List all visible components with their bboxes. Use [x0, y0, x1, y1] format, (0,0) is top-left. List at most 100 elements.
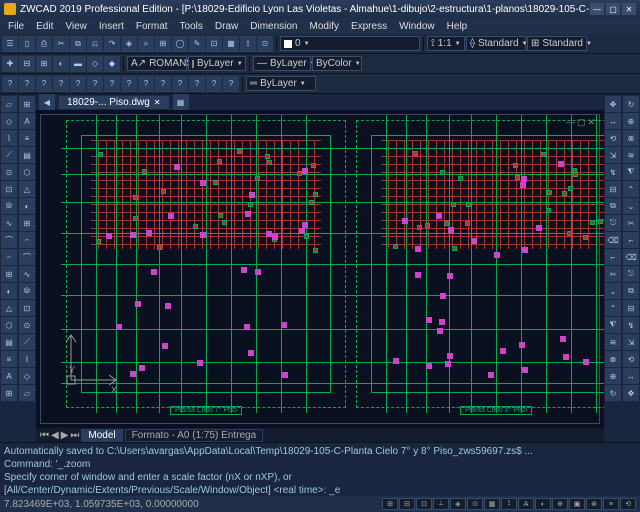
mod-tool-5[interactable]: ⊟ — [605, 181, 621, 197]
mod2-tool-16[interactable]: ↔ — [623, 368, 639, 384]
dimstyle-dropdown[interactable]: ⟠Standard▼ — [466, 36, 526, 51]
draw2-tool-1[interactable]: A — [19, 113, 35, 129]
draw-tool-9[interactable]: ⌢ — [1, 249, 17, 265]
draw-tool-8[interactable]: ⌒ — [1, 232, 17, 248]
menu-draw[interactable]: Draw — [209, 21, 244, 32]
draw-tool-13[interactable]: ⬡ — [1, 317, 17, 333]
menu-modify[interactable]: Modify — [304, 21, 345, 32]
status-toggle-8[interactable]: A — [518, 498, 534, 510]
minimize-button[interactable]: — — [590, 3, 604, 15]
draw2-tool-11[interactable]: ⦾ — [19, 283, 35, 299]
ext-btn-5[interactable]: ? — [87, 76, 103, 92]
tab-nav-next-icon[interactable]: ▶ — [61, 430, 69, 441]
mod2-tool-4[interactable]: ⧨ — [623, 164, 639, 180]
ext-btn-2[interactable]: ? — [36, 76, 52, 92]
mod-tool-3[interactable]: ⇲ — [605, 147, 621, 163]
mod2-tool-8[interactable]: ⌐ — [623, 232, 639, 248]
prop-btn-6[interactable]: ◆ — [104, 56, 120, 72]
scale-dropdown[interactable]: ⟟1:1▼ — [427, 36, 465, 51]
mod-tool-2[interactable]: ⟲ — [605, 130, 621, 146]
draw2-tool-15[interactable]: ⌇ — [19, 351, 35, 367]
ext-btn-12[interactable]: ? — [206, 76, 222, 92]
mod2-tool-6[interactable]: ⌄ — [623, 198, 639, 214]
menu-format[interactable]: Format — [130, 21, 174, 32]
model-tab[interactable]: Model — [81, 429, 122, 442]
menu-tools[interactable]: Tools — [174, 21, 209, 32]
ext-btn-7[interactable]: ? — [121, 76, 137, 92]
menu-express[interactable]: Express — [345, 21, 393, 32]
status-toggle-14[interactable]: ⟲ — [620, 498, 636, 510]
mod2-tool-3[interactable]: ≋ — [623, 147, 639, 163]
draw2-tool-7[interactable]: ⊞ — [19, 215, 35, 231]
ext-btn-1[interactable]: ? — [19, 76, 35, 92]
std-btn-1[interactable]: ▯ — [19, 36, 35, 52]
lineweight-dropdown[interactable]: ═ByLayer▼ — [246, 76, 316, 91]
status-toggle-3[interactable]: ⟂ — [433, 498, 449, 510]
std-btn-6[interactable]: ↷ — [104, 36, 120, 52]
menu-edit[interactable]: Edit — [30, 21, 59, 32]
draw-tool-3[interactable]: ⟋ — [1, 147, 17, 163]
std-btn-11[interactable]: ✎ — [189, 36, 205, 52]
mod2-tool-11[interactable]: ⧉ — [623, 283, 639, 299]
draw-tool-11[interactable]: ◐ — [1, 283, 17, 299]
draw-tool-12[interactable]: △ — [1, 300, 17, 316]
layer-dropdown[interactable]: 0▼ — [280, 36, 420, 51]
ext-btn-9[interactable]: ? — [155, 76, 171, 92]
std-btn-4[interactable]: ⧉ — [70, 36, 86, 52]
tablestyle-dropdown[interactable]: ⊞Standard▼ — [527, 36, 587, 51]
mod2-tool-7[interactable]: ✂ — [623, 215, 639, 231]
draw2-tool-5[interactable]: △ — [19, 181, 35, 197]
maximize-button[interactable]: ▢ — [606, 3, 620, 15]
mod2-tool-13[interactable]: ↯ — [623, 317, 639, 333]
ext-btn-4[interactable]: ? — [70, 76, 86, 92]
textstyle-dropdown[interactable]: A↗ROMANS▼ — [127, 56, 187, 71]
status-toggle-9[interactable]: ◐ — [535, 498, 551, 510]
prop-btn-4[interactable]: ▬ — [70, 56, 86, 72]
std-btn-3[interactable]: ✂ — [53, 36, 69, 52]
draw-tool-14[interactable]: ▤ — [1, 334, 17, 350]
std-btn-2[interactable]: ⎙ — [36, 36, 52, 52]
draw2-tool-14[interactable]: ⟋ — [19, 334, 35, 350]
status-toggle-6[interactable]: ▦ — [484, 498, 500, 510]
draw-tool-2[interactable]: ⌇ — [1, 130, 17, 146]
draw2-tool-2[interactable]: ≡ — [19, 130, 35, 146]
status-toggle-12[interactable]: ⊗ — [586, 498, 602, 510]
prop-btn-3[interactable]: ◐ — [53, 56, 69, 72]
close-tab-icon[interactable]: ✕ — [154, 98, 161, 107]
mod-tool-16[interactable]: ⊕ — [605, 368, 621, 384]
status-toggle-10[interactable]: ⊕ — [552, 498, 568, 510]
drawing-canvas[interactable]: — ▢ ✕ Planta Cielo 7° Piso — [36, 110, 604, 428]
draw-tool-0[interactable]: ▱ — [1, 96, 17, 112]
color-dropdown[interactable]: ByLayer▼ — [188, 56, 246, 71]
mod-tool-11[interactable]: ⌄ — [605, 283, 621, 299]
draw2-tool-17[interactable]: ▱ — [19, 385, 35, 401]
draw-tool-4[interactable]: ⊙ — [1, 164, 17, 180]
prop-btn-1[interactable]: ⊟ — [19, 56, 35, 72]
std-btn-12[interactable]: ⊡ — [206, 36, 222, 52]
menu-insert[interactable]: Insert — [93, 21, 130, 32]
mod-tool-15[interactable]: ⊗ — [605, 351, 621, 367]
draw2-tool-12[interactable]: ⊡ — [19, 300, 35, 316]
draw2-tool-0[interactable]: ⊞ — [19, 96, 35, 112]
tab-nav-last-icon[interactable]: ⏭ — [70, 430, 79, 441]
status-toggle-2[interactable]: ⊡ — [416, 498, 432, 510]
status-toggle-13[interactable]: ≡ — [603, 498, 619, 510]
status-toggle-4[interactable]: ◈ — [450, 498, 466, 510]
draw2-tool-10[interactable]: ∿ — [19, 266, 35, 282]
status-toggle-1[interactable]: ⊟ — [399, 498, 415, 510]
mod2-tool-15[interactable]: ⟲ — [623, 351, 639, 367]
ext-btn-10[interactable]: ? — [172, 76, 188, 92]
mod-tool-17[interactable]: ↻ — [605, 385, 621, 401]
mod-tool-4[interactable]: ↯ — [605, 164, 621, 180]
tab-nav-prev-icon[interactable]: ◀ — [51, 430, 59, 441]
layout-tab[interactable]: Formato - A0 (1:75) Entrega — [125, 429, 264, 442]
draw2-tool-8[interactable]: ⌢ — [19, 232, 35, 248]
status-toggle-11[interactable]: ▣ — [569, 498, 585, 510]
draw2-tool-13[interactable]: ⊙ — [19, 317, 35, 333]
ext-btn-0[interactable]: ? — [2, 76, 18, 92]
menu-window[interactable]: Window — [393, 21, 441, 32]
std-btn-9[interactable]: ⊞ — [155, 36, 171, 52]
mod2-tool-2[interactable]: ⊗ — [623, 130, 639, 146]
draw-tool-15[interactable]: ≡ — [1, 351, 17, 367]
close-button[interactable]: ✕ — [622, 3, 636, 15]
